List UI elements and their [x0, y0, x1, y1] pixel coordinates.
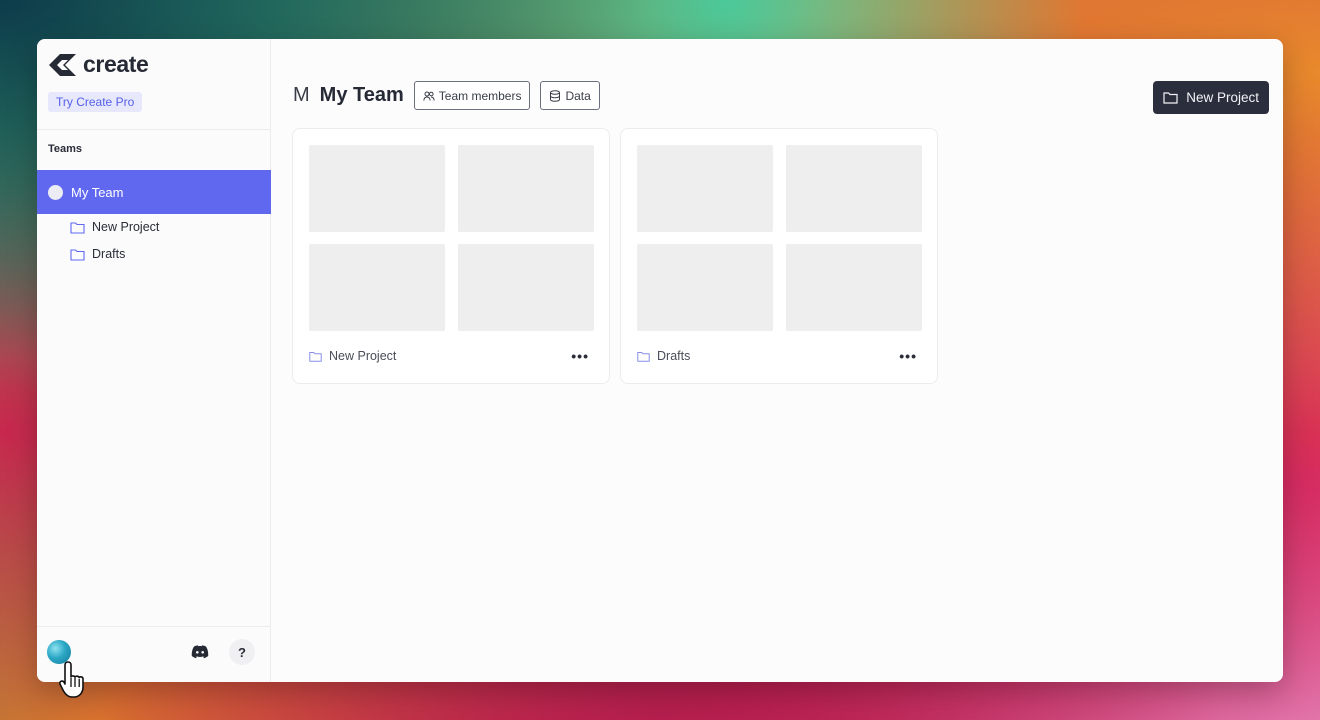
- thumbnail: [309, 244, 445, 331]
- team-members-button[interactable]: Team members: [413, 81, 531, 110]
- sidebar-item-drafts[interactable]: Drafts: [70, 247, 125, 261]
- hand-cursor-icon: [59, 661, 84, 698]
- card-name-label: New Project: [329, 349, 397, 363]
- more-icon[interactable]: •••: [571, 349, 589, 363]
- data-button[interactable]: Data: [540, 81, 600, 110]
- folder-icon: [70, 221, 85, 234]
- thumbnail: [637, 244, 773, 331]
- app-name: create: [83, 51, 149, 77]
- page-title: My Team: [319, 84, 404, 106]
- folder-icon: [309, 351, 322, 362]
- help-icon: ?: [238, 644, 246, 660]
- teams-heading: Teams: [48, 143, 83, 155]
- project-card-new-project[interactable]: New Project •••: [292, 128, 610, 384]
- database-icon: [550, 89, 561, 102]
- sidebar-divider: [37, 129, 271, 130]
- folder-icon: [637, 351, 650, 362]
- folder-label: New Project: [92, 220, 160, 234]
- thumbnail: [786, 145, 922, 232]
- folder-label: Drafts: [92, 247, 126, 261]
- team-initial: M: [293, 84, 310, 106]
- app-logo[interactable]: create: [47, 51, 149, 78]
- new-project-label: New Project: [1186, 90, 1259, 105]
- team-members-label: Team members: [438, 88, 522, 103]
- main-content: M My Team Team members Data New Project …: [271, 39, 1283, 682]
- thumbnail: [637, 145, 773, 232]
- help-button[interactable]: ?: [229, 639, 255, 665]
- card-title: Drafts: [637, 349, 690, 363]
- thumbnail: [458, 244, 594, 331]
- sidebar: create Try Create Pro Teams My Team New …: [37, 39, 271, 682]
- team-avatar: [48, 184, 63, 200]
- discord-icon: [191, 645, 209, 659]
- card-footer: Drafts •••: [637, 349, 917, 363]
- card-title: New Project: [309, 349, 396, 363]
- sidebar-item-new-project[interactable]: New Project: [70, 220, 159, 234]
- discord-button[interactable]: [187, 639, 213, 665]
- team-members-icon: [423, 91, 435, 101]
- thumbnail: [309, 145, 445, 232]
- sidebar-item-my-team[interactable]: My Team: [37, 170, 271, 214]
- folder-icon: [1163, 92, 1178, 104]
- data-label: Data: [565, 88, 591, 103]
- folder-icon: [70, 248, 85, 261]
- thumbnail: [458, 145, 594, 232]
- new-project-button[interactable]: New Project: [1153, 81, 1269, 114]
- thumbnail: [786, 244, 922, 331]
- team-name: My Team: [71, 184, 124, 200]
- card-footer: New Project •••: [309, 349, 589, 363]
- create-logo-icon: [49, 53, 76, 76]
- more-icon[interactable]: •••: [899, 349, 917, 363]
- try-pro-button[interactable]: Try Create Pro: [48, 92, 143, 112]
- page-header: M My Team Team members Data: [293, 81, 600, 110]
- project-card-drafts[interactable]: Drafts •••: [620, 128, 938, 384]
- app-window: create Try Create Pro Teams My Team New …: [37, 39, 1283, 682]
- card-name-label: Drafts: [657, 349, 691, 363]
